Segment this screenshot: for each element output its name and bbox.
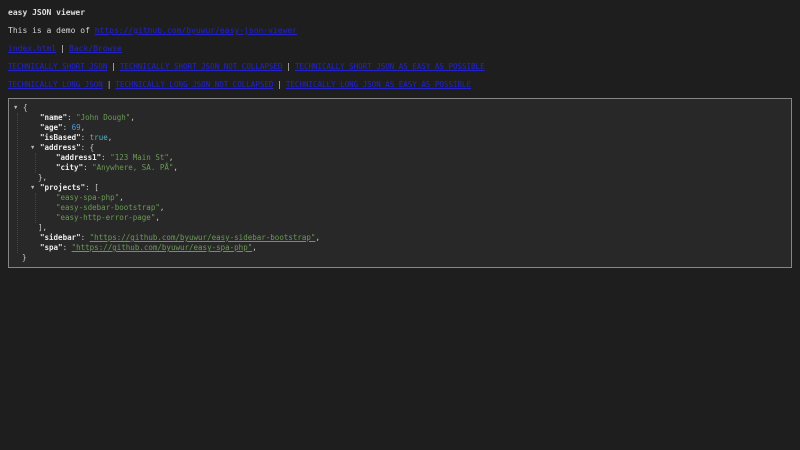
json-punct: , [173,163,178,172]
json-punct: [ [94,183,99,192]
json-punct: ], [38,223,48,232]
json-viewer-panel: ▼{"name": "John Dough", "age": 69, "isBase… [8,98,792,268]
json-boolean: true [89,133,108,142]
json-punct: , [119,193,124,202]
separator: | [286,62,291,71]
json-punct: : [85,183,95,192]
collapse-caret-icon[interactable]: ▼ [14,103,19,113]
nav-link-long-json-easy[interactable]: TECHNICALLY LONG JSON AS EASY AS POSSIBL… [286,80,471,89]
json-key: "age" [40,123,63,132]
nav-link-back-browse[interactable]: Back/Browse [69,44,122,53]
json-key: "sidebar" [40,233,81,242]
json-punct: , [159,203,165,212]
tree-guide [35,153,36,173]
json-punct: , [155,213,160,222]
json-line: "name": "John Dough", [9,113,791,123]
nav-link-short-json-not-collapsed[interactable]: TECHNICALLY SHORT JSON NOT COLLAPSED [120,62,283,71]
json-punct: : [62,243,72,252]
tree-guide [17,113,18,253]
page: easy JSON viewer This is a demo of https… [8,8,792,268]
json-line: "easy-spa-php", [9,193,791,203]
json-key: "name" [40,113,68,122]
json-link[interactable]: "https://github.com/byuwur/easy-spa-php" [72,243,253,252]
json-line: ], [9,223,791,233]
json-tree: ▼{"name": "John Dough", "age": 69, "isBase… [9,103,791,263]
collapse-caret-icon[interactable]: ▼ [31,143,36,153]
separator: | [60,44,65,53]
json-punct: : [80,233,90,242]
nav-link-index[interactable]: index.html [8,44,56,53]
json-line: ▼{ [9,103,791,113]
json-punct: : [80,143,90,152]
json-string: "123 Main St" [110,153,169,162]
nav-link-long-json-not-collapsed[interactable]: TECHNICALLY LONG JSON NOT COLLAPSED [115,80,273,89]
json-line: "city": "Anywhere, SA. PÅ", [9,163,791,173]
json-punct: , [80,123,86,132]
json-line: "isBased": true, [9,133,791,143]
json-number: 69 [71,123,81,132]
nav-row-long-json: TECHNICALLY LONG JSON | TECHNICALLY LONG J… [8,80,792,90]
json-line: "sidebar": "https://github.com/byuwur/ea… [9,233,791,243]
json-key: "spa" [40,243,63,252]
json-string: "John Dough" [76,113,131,122]
json-punct: { [89,143,95,152]
json-punct: : [101,153,111,162]
json-key: "address" [40,143,81,152]
json-line: "age": 69, [9,123,791,133]
tree-guide [35,193,36,223]
json-key: "projects" [40,183,86,192]
json-string: "easy-http-error-page" [56,213,156,222]
separator: | [277,80,282,89]
json-punct: : [83,163,93,172]
json-punct: , [315,233,320,242]
json-string: "easy-sdebar-bootstrap" [56,203,160,212]
json-key: "address1" [56,153,102,162]
json-punct: { [23,103,28,112]
intro-text: This is a demo of [8,26,95,35]
json-line: "address1": "123 Main St", [9,153,791,163]
json-string: "Anywhere, SA. PÅ" [92,163,174,172]
collapse-caret-icon[interactable]: ▼ [31,183,36,193]
json-punct: : [67,113,77,122]
json-key: "city" [56,163,84,172]
json-line: ▼ "projects": [ [9,183,791,193]
nav-row-short-json: TECHNICALLY SHORT JSON | TECHNICALLY SHORT… [8,62,792,72]
intro-line: This is a demo of https://github.com/byu… [8,26,792,36]
nav-link-short-json-easy[interactable]: TECHNICALLY SHORT JSON AS EASY AS POSSIB… [295,62,485,71]
repo-link[interactable]: https://github.com/byuwur/easy-json-view… [95,26,297,35]
json-punct: , [130,113,135,122]
json-punct: , [252,243,257,252]
json-punct: }, [38,173,48,182]
json-line: ▼ "address": { [9,143,791,153]
json-line: } [9,253,791,263]
nav-row-files: index.html | Back/Browse [8,44,792,54]
nav-link-short-json[interactable]: TECHNICALLY SHORT JSON [8,62,107,71]
json-line: }, [9,173,791,183]
json-punct: : [80,133,90,142]
separator: | [111,62,116,71]
nav-link-long-json[interactable]: TECHNICALLY LONG JSON [8,80,103,89]
json-line: "easy-http-error-page", [9,213,791,223]
page-title: easy JSON viewer [8,8,86,17]
separator: | [106,80,112,89]
json-line: "spa": "https://github.com/byuwur/easy-s… [9,243,791,253]
json-punct: , [168,153,174,162]
json-punct: } [22,253,27,262]
json-string: "easy-spa-php" [56,193,120,202]
json-punct: : [62,123,72,132]
json-link[interactable]: "https://github.com/byuwur/easy-sidebar-… [90,233,316,242]
json-line: "easy-sdebar-bootstrap", [9,203,791,213]
json-punct: , [107,133,113,142]
json-key: "isBased" [40,133,81,142]
